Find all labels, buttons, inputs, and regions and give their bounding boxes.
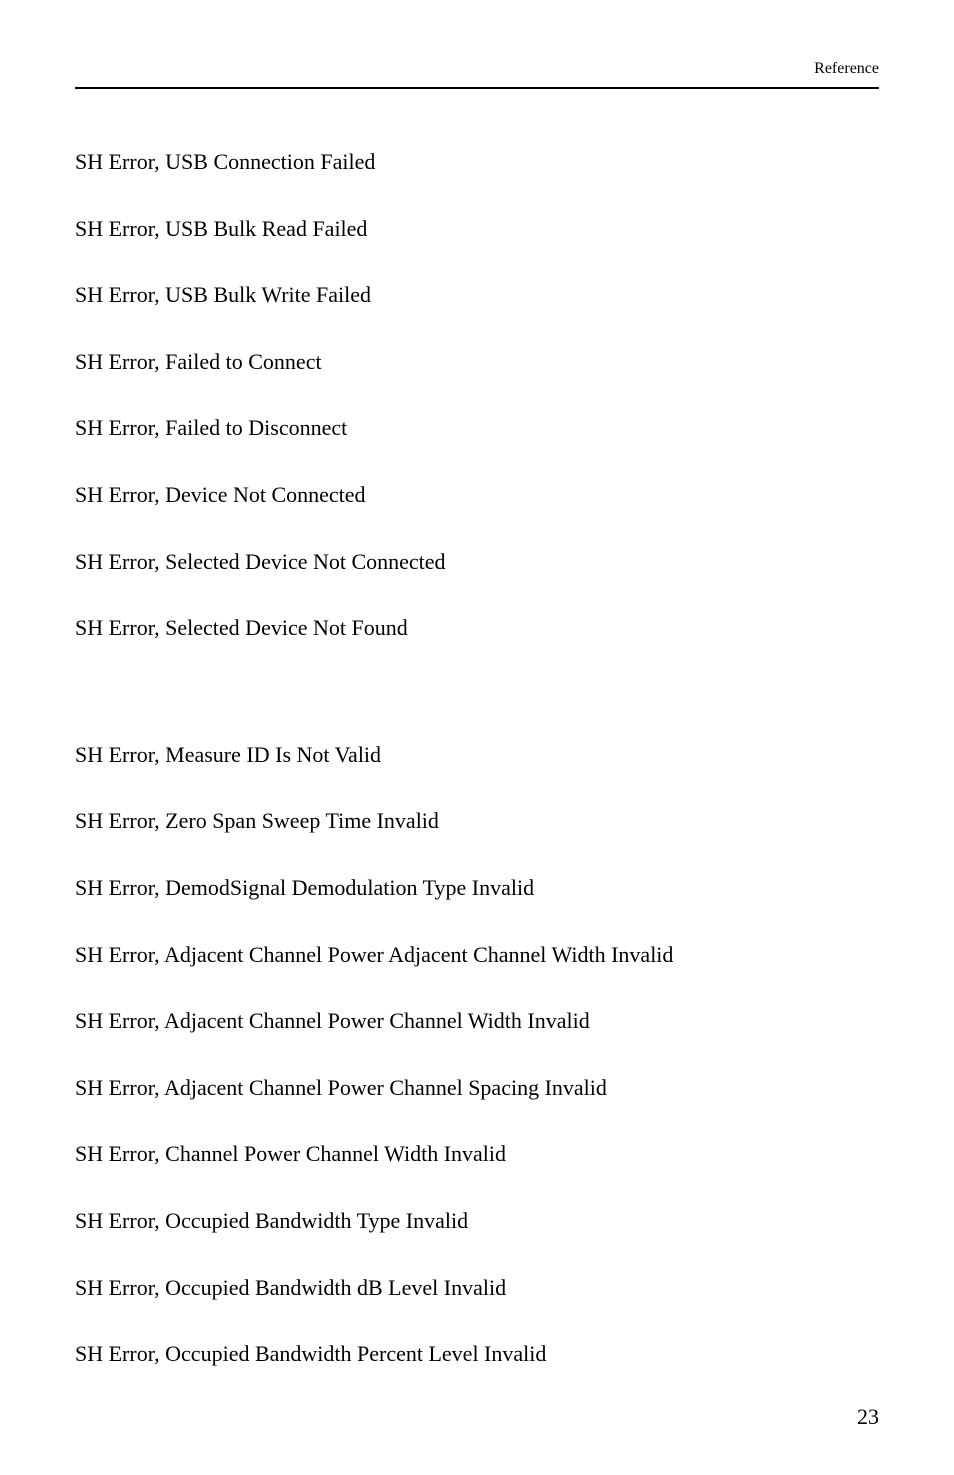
- error-item: SH Error, Channel Power Channel Width In…: [75, 1140, 879, 1169]
- error-item: SH Error, DemodSignal Demodulation Type …: [75, 874, 879, 903]
- error-list-group-1: SH Error, USB Connection Failed SH Error…: [75, 148, 879, 643]
- error-item: SH Error, Occupied Bandwidth dB Level In…: [75, 1274, 879, 1303]
- section-gap: [75, 681, 879, 741]
- page-number: 23: [857, 1404, 879, 1430]
- error-item: SH Error, Measure ID Is Not Valid: [75, 741, 879, 770]
- error-item: SH Error, Occupied Bandwidth Percent Lev…: [75, 1340, 879, 1369]
- header-divider: [75, 87, 879, 89]
- error-item: SH Error, USB Connection Failed: [75, 148, 879, 177]
- error-item: SH Error, USB Bulk Write Failed: [75, 281, 879, 310]
- error-item: SH Error, Adjacent Channel Power Channel…: [75, 1007, 879, 1036]
- error-item: SH Error, Adjacent Channel Power Channel…: [75, 1074, 879, 1103]
- error-item: SH Error, Adjacent Channel Power Adjacen…: [75, 941, 879, 970]
- page-header: Reference: [75, 60, 879, 86]
- error-item: SH Error, Selected Device Not Connected: [75, 548, 879, 577]
- error-item: SH Error, USB Bulk Read Failed: [75, 215, 879, 244]
- error-item: SH Error, Device Not Connected: [75, 481, 879, 510]
- error-item: SH Error, Failed to Disconnect: [75, 414, 879, 443]
- error-item: SH Error, Occupied Bandwidth Type Invali…: [75, 1207, 879, 1236]
- error-item: SH Error, Failed to Connect: [75, 348, 879, 377]
- error-item: SH Error, Zero Span Sweep Time Invalid: [75, 807, 879, 836]
- error-list-group-2: SH Error, Measure ID Is Not Valid SH Err…: [75, 741, 879, 1369]
- header-label: Reference: [814, 60, 879, 78]
- error-item: SH Error, Selected Device Not Found: [75, 614, 879, 643]
